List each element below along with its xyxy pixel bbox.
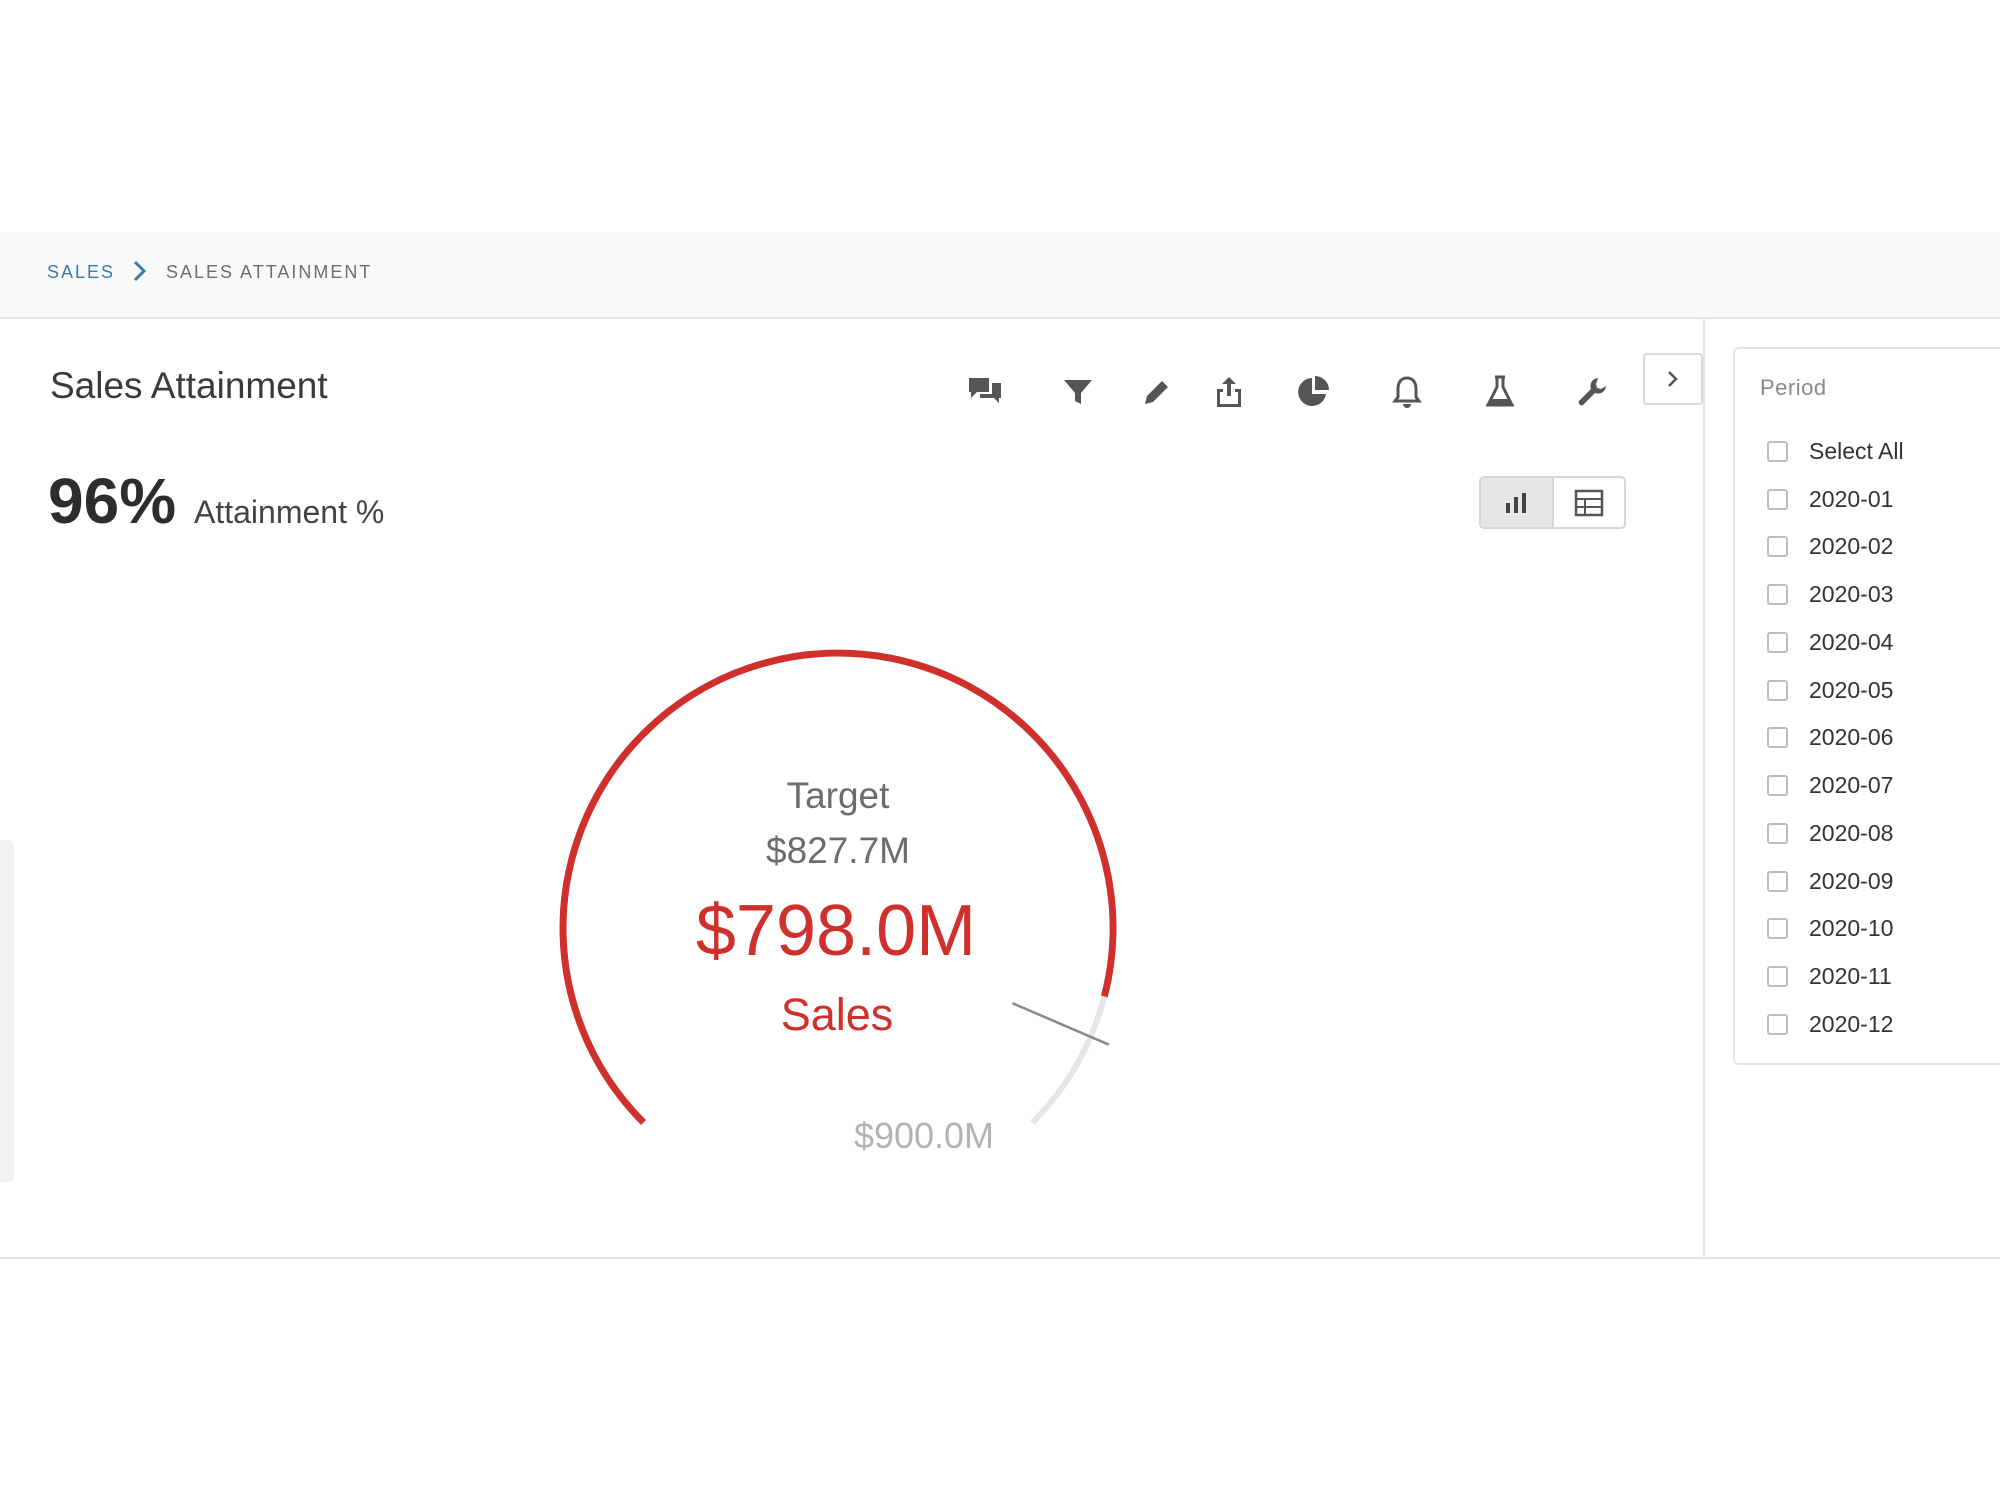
filter-option-label: 2020-06 <box>1809 723 1894 750</box>
gauge-target-value: $827.7M <box>766 830 910 871</box>
period-filter-panel: Period Select All 2020-01 2020-02 2020-0… <box>1733 347 2000 1065</box>
filter-option-label: 2020-11 <box>1809 962 1892 989</box>
filter-option[interactable]: 2020-08 <box>1767 818 1893 848</box>
filter-option-label: 2020-03 <box>1809 580 1894 607</box>
checkbox[interactable] <box>1767 822 1788 844</box>
filter-option-select-all[interactable]: Select All <box>1767 436 1904 466</box>
filter-option-label: 2020-10 <box>1809 914 1894 941</box>
filter-option[interactable]: 2020-12 <box>1767 1009 1893 1039</box>
gauge-max-label: $900.0M <box>854 1115 994 1156</box>
checkbox[interactable] <box>1767 965 1788 987</box>
filter-option-label: 2020-01 <box>1809 485 1894 512</box>
filter-option[interactable]: 2020-09 <box>1767 866 1893 896</box>
filter-option-label: 2020-04 <box>1809 628 1894 655</box>
filter-option[interactable]: 2020-10 <box>1767 913 1893 943</box>
filter-option-label: 2020-02 <box>1809 532 1894 559</box>
gauge-track <box>560 650 1116 1125</box>
gauge-value-arc <box>559 649 1117 1125</box>
checkbox[interactable] <box>1767 726 1788 748</box>
filter-option-label: 2020-12 <box>1809 1010 1894 1037</box>
checkbox[interactable] <box>1767 774 1788 796</box>
gauge-value-label: Sales <box>781 989 894 1040</box>
gauge-target-label: Target <box>787 775 891 816</box>
filter-option[interactable]: 2020-03 <box>1767 579 1893 609</box>
checkbox[interactable] <box>1767 679 1788 701</box>
checkbox[interactable] <box>1767 870 1788 892</box>
checkbox[interactable] <box>1767 535 1788 557</box>
checkbox[interactable] <box>1767 488 1788 510</box>
checkbox[interactable] <box>1767 440 1788 462</box>
filter-option-label: Select All <box>1809 437 1904 464</box>
checkbox[interactable] <box>1767 631 1788 653</box>
filter-option-label: 2020-07 <box>1809 771 1894 798</box>
filter-option[interactable]: 2020-01 <box>1767 484 1893 514</box>
filter-option-label: 2020-05 <box>1809 676 1894 703</box>
gauge-value-text: $798.0M <box>696 891 976 971</box>
filter-option-label: 2020-08 <box>1809 819 1894 846</box>
checkbox[interactable] <box>1767 1013 1788 1035</box>
filter-option[interactable]: 2020-11 <box>1767 961 1892 991</box>
filter-option[interactable]: 2020-06 <box>1767 722 1893 752</box>
filter-option[interactable]: 2020-07 <box>1767 770 1893 800</box>
gauge-chart: Target $827.7M $798.0M Sales $900.0M <box>559 649 1117 1156</box>
filter-option[interactable]: 2020-02 <box>1767 531 1893 561</box>
filter-title: Period <box>1760 375 1827 400</box>
filter-option-label: 2020-09 <box>1809 867 1894 894</box>
checkbox[interactable] <box>1767 583 1788 605</box>
checkbox[interactable] <box>1767 917 1788 939</box>
filter-option[interactable]: 2020-04 <box>1767 627 1893 657</box>
filter-option[interactable]: 2020-05 <box>1767 675 1893 705</box>
